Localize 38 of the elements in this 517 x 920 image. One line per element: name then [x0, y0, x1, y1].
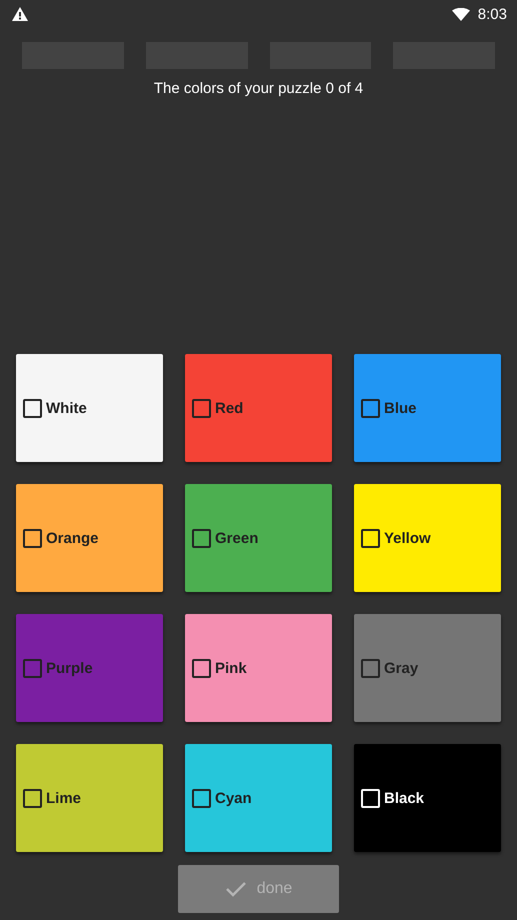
color-card[interactable]: Lime: [16, 744, 163, 852]
checkbox[interactable]: [23, 658, 42, 678]
clock-time: 8:03: [478, 6, 507, 22]
color-label: Black: [384, 790, 424, 806]
warning-icon: [12, 7, 28, 21]
color-card[interactable]: Cyan: [185, 744, 332, 852]
wifi-icon: [452, 8, 470, 20]
checkbox[interactable]: [361, 528, 380, 548]
color-label: Yellow: [384, 530, 431, 546]
checkbox[interactable]: [23, 398, 42, 418]
checkbox[interactable]: [192, 658, 211, 678]
color-card[interactable]: White: [16, 354, 163, 462]
color-label: Purple: [46, 660, 93, 676]
checkbox[interactable]: [23, 788, 42, 808]
color-card[interactable]: Orange: [16, 484, 163, 592]
color-card[interactable]: Yellow: [354, 484, 501, 592]
color-card[interactable]: Blue: [354, 354, 501, 462]
color-label: Lime: [46, 790, 82, 806]
checkbox[interactable]: [192, 528, 211, 548]
color-label: Blue: [384, 400, 417, 416]
color-label: Pink: [215, 660, 247, 676]
color-label: Cyan: [215, 790, 252, 806]
color-card[interactable]: Red: [185, 354, 332, 462]
checkmark-icon: [224, 881, 247, 897]
color-label: Gray: [384, 660, 418, 676]
color-label: Orange: [46, 530, 99, 546]
puzzle-title: The colors of your puzzle 0 of 4: [152, 80, 364, 97]
checkbox[interactable]: [192, 398, 211, 418]
checkbox[interactable]: [192, 788, 211, 808]
checkbox[interactable]: [23, 528, 42, 548]
checkbox[interactable]: [361, 658, 380, 678]
color-label: White: [46, 400, 87, 416]
checkbox[interactable]: [361, 398, 380, 418]
color-card[interactable]: Pink: [185, 614, 332, 722]
color-label: Green: [215, 530, 258, 546]
color-card[interactable]: Green: [185, 484, 332, 592]
color-label: Red: [215, 400, 244, 416]
color-card[interactable]: Black: [354, 744, 501, 852]
